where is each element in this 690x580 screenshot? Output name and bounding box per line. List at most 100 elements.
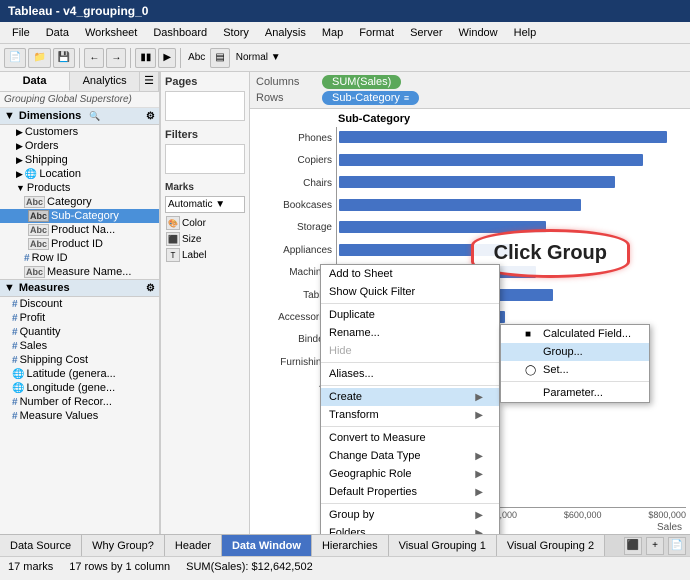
ctx-transform[interactable]: Transform ▶ xyxy=(321,406,499,424)
submenu-set[interactable]: ◯ Set... xyxy=(501,361,649,379)
location-label: Location xyxy=(39,168,81,180)
measure-longitude[interactable]: 🌐 Longitude (gene... xyxy=(0,381,159,395)
ctx-group-by[interactable]: Group by ▶ xyxy=(321,506,499,524)
submenu-calculated-field[interactable]: ■ Calculated Field... xyxy=(501,325,649,343)
color-icon[interactable]: 🎨 xyxy=(166,216,180,230)
bottom-icon-3[interactable]: 📄 xyxy=(668,537,686,555)
toolbar-chart[interactable]: ▤ xyxy=(210,48,229,68)
pages-box[interactable] xyxy=(165,91,245,121)
profit-label: Profit xyxy=(20,312,46,324)
shipping-hash-icon: # xyxy=(12,355,18,366)
label-icon[interactable]: T xyxy=(166,248,180,262)
tab-visual-grouping-2[interactable]: Visual Grouping 2 xyxy=(497,535,605,556)
dimensions-gear-icon[interactable]: ⚙ xyxy=(146,111,155,122)
menu-format[interactable]: Format xyxy=(351,25,402,41)
ctx-folders[interactable]: Folders ▶ xyxy=(321,524,499,534)
dim-subcategory[interactable]: Abc Sub-Category xyxy=(0,209,159,223)
marks-size-row: ⬛ Size xyxy=(165,231,245,247)
tab-data-window[interactable]: Data Window xyxy=(222,535,312,556)
measure-values[interactable]: # Measure Values xyxy=(0,409,159,423)
dim-productid[interactable]: Abc Product ID xyxy=(0,237,159,251)
rows-pill[interactable]: Sub-Category ≡ xyxy=(322,91,419,105)
ctx-geo-role[interactable]: Geographic Role ▶ xyxy=(321,465,499,483)
filters-box[interactable] xyxy=(165,144,245,174)
measures-gear-icon[interactable]: ⚙ xyxy=(146,283,155,294)
submenu-group[interactable]: Group... xyxy=(501,343,649,361)
shipping-label: Shipping Cost xyxy=(20,354,89,366)
measure-quantity[interactable]: # Quantity xyxy=(0,325,159,339)
bottom-icon-2[interactable]: + xyxy=(646,537,664,555)
ctx-hide[interactable]: Hide xyxy=(321,342,499,360)
dim-category[interactable]: Abc Category xyxy=(0,195,159,209)
ctx-aliases[interactable]: Aliases... xyxy=(321,365,499,383)
menu-help[interactable]: Help xyxy=(506,25,545,41)
ctx-geo-role-label: Geographic Role xyxy=(329,468,412,480)
submenu-parameter[interactable]: Parameter... xyxy=(501,384,649,402)
ctx-show-quick-filter[interactable]: Show Quick Filter xyxy=(321,283,499,301)
ctx-duplicate[interactable]: Duplicate xyxy=(321,306,499,324)
shipping-label: Shipping xyxy=(25,154,68,166)
measure-sales[interactable]: # Sales xyxy=(0,339,159,353)
tab-hierarchies[interactable]: Hierarchies xyxy=(312,535,389,556)
bar-phones-fill xyxy=(339,131,667,143)
profit-hash-icon: # xyxy=(12,313,18,324)
menu-dashboard[interactable]: Dashboard xyxy=(145,25,215,41)
columns-pill-text: SUM(Sales) xyxy=(332,76,391,88)
tab-header[interactable]: Header xyxy=(165,535,222,556)
measure-profit[interactable]: # Profit xyxy=(0,311,159,325)
dim-location[interactable]: ▶ 🌐 Location xyxy=(0,167,159,181)
toolbar-undo[interactable]: ← xyxy=(84,48,104,68)
menu-map[interactable]: Map xyxy=(314,25,351,41)
tab-analytics[interactable]: Analytics xyxy=(70,72,140,91)
ctx-create[interactable]: Create ▶ xyxy=(321,388,499,406)
dim-measurename[interactable]: Abc Measure Name... xyxy=(0,265,159,279)
tab-data[interactable]: Data xyxy=(0,72,70,91)
measure-numrecords[interactable]: # Number of Recor... xyxy=(0,395,159,409)
measure-shipping[interactable]: # Shipping Cost xyxy=(0,353,159,367)
dim-orders[interactable]: ▶ Orders xyxy=(0,139,159,153)
toolbar-redo[interactable]: → xyxy=(106,48,126,68)
tab-why-group[interactable]: Why Group? xyxy=(82,535,165,556)
panel-options[interactable]: ☰ xyxy=(140,72,159,91)
label-label: Label xyxy=(182,250,206,261)
marks-type[interactable]: Automatic ▼ xyxy=(165,196,245,213)
menu-window[interactable]: Window xyxy=(451,25,506,41)
size-icon[interactable]: ⬛ xyxy=(166,232,180,246)
products-label: Products xyxy=(27,182,70,194)
bottom-icon-1[interactable]: ⬛ xyxy=(624,537,642,555)
tab-data-source[interactable]: Data Source xyxy=(0,535,82,556)
measure-latitude[interactable]: 🌐 Latitude (genera... xyxy=(0,367,159,381)
submenu-group-label: Group... xyxy=(543,346,583,358)
ctx-add-to-sheet[interactable]: Add to Sheet xyxy=(321,265,499,283)
left-panel: Data Analytics ☰ Grouping Global Superst… xyxy=(0,72,160,534)
ctx-default-props[interactable]: Default Properties ▶ xyxy=(321,483,499,501)
bar-label-copiers: Copiers xyxy=(254,149,332,171)
menu-analysis[interactable]: Analysis xyxy=(257,25,314,41)
menu-data[interactable]: Data xyxy=(38,25,77,41)
dim-productname[interactable]: Abc Product Na... xyxy=(0,223,159,237)
tab-visual-grouping-1[interactable]: Visual Grouping 1 xyxy=(389,535,497,556)
menu-file[interactable]: File xyxy=(4,25,38,41)
dim-customers[interactable]: ▶ Customers xyxy=(0,125,159,139)
dimensions-search-icon[interactable]: 🔍 xyxy=(89,111,100,122)
dim-shipping[interactable]: ▶ Shipping xyxy=(0,153,159,167)
menu-worksheet[interactable]: Worksheet xyxy=(77,25,145,41)
toolbar-new[interactable]: 📄 xyxy=(4,48,26,68)
ctx-default-props-label: Default Properties xyxy=(329,486,417,498)
menu-story[interactable]: Story xyxy=(215,25,257,41)
columns-pill[interactable]: SUM(Sales) xyxy=(322,75,401,89)
subcategory-label: Sub-Category xyxy=(51,210,119,222)
orders-arrow: ▶ xyxy=(16,141,23,152)
toolbar-run[interactable]: ▶ xyxy=(158,48,176,68)
dim-rowid[interactable]: # Row ID xyxy=(0,251,159,265)
measures-section: ▼ Measures ⚙ # Discount # Profit # Quant… xyxy=(0,279,159,423)
ctx-rename[interactable]: Rename... xyxy=(321,324,499,342)
dim-products[interactable]: ▼ Products xyxy=(0,181,159,195)
toolbar-save[interactable]: 💾 xyxy=(53,48,75,68)
toolbar-open[interactable]: 📁 xyxy=(28,48,50,68)
measure-discount[interactable]: # Discount xyxy=(0,297,159,311)
menu-server[interactable]: Server xyxy=(402,25,450,41)
ctx-convert[interactable]: Convert to Measure xyxy=(321,429,499,447)
ctx-change-data-type[interactable]: Change Data Type ▶ xyxy=(321,447,499,465)
toolbar-pause[interactable]: ▮▮ xyxy=(135,48,156,68)
